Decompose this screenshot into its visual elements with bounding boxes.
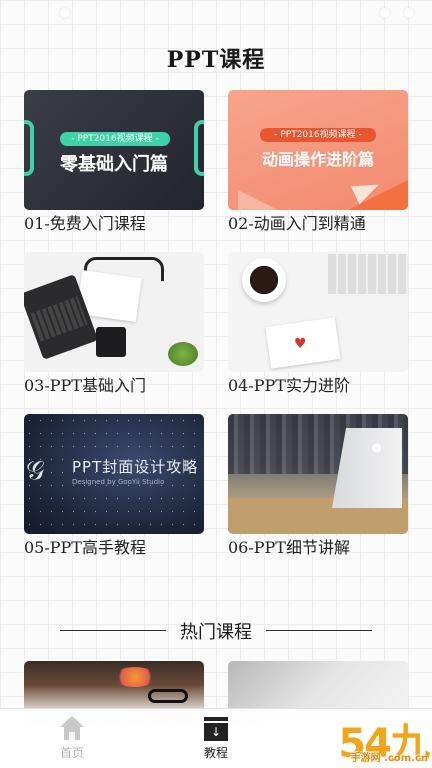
course-card-05[interactable]: 𝒢 PPT封面设计攻略 Designed by GooYii Studio 05… <box>24 414 204 576</box>
hot-courses-header: 热门课程 <box>0 618 432 644</box>
tab-label: 教程 <box>203 746 228 760</box>
course-card-06[interactable]: ● 06-PPT细节讲解 <box>228 414 408 576</box>
course-card-01[interactable]: - PPT2016视频课程 - 零基础入门篇 01-免费入门课程 <box>24 90 204 252</box>
course-label[interactable]: 06-PPT细节讲解 <box>228 537 408 559</box>
course-card-03[interactable]: 03-PPT基础入门 <box>24 252 204 414</box>
decoration-shape <box>238 190 278 210</box>
thumb-title: 动画操作进阶篇 <box>261 150 374 169</box>
course-label[interactable]: 01-免费入门课程 <box>24 213 204 235</box>
page-title: PPT课程 <box>166 47 266 73</box>
watermark-logo: 54九 手游网 .com.cn <box>338 724 430 764</box>
thumb-subtitle: Designed by GooYii Studio <box>72 478 165 486</box>
course-thumbnail[interactable]: - PPT2016视频课程 - 零基础入门篇 <box>24 90 204 210</box>
plant-image <box>168 342 198 366</box>
course-thumbnail[interactable]: 𝒢 PPT封面设计攻略 Designed by GooYii Studio <box>24 414 204 534</box>
status-dot <box>404 8 414 18</box>
watermark-domain: 手游网 .com.cn <box>350 753 428 764</box>
flower-image <box>114 667 156 687</box>
heart-icon: ♥ <box>294 336 307 352</box>
status-bar <box>380 8 414 18</box>
course-thumbnail[interactable] <box>24 252 204 372</box>
course-grid: - PPT2016视频课程 - 零基础入门篇 01-免费入门课程 - PPT20… <box>24 90 408 576</box>
course-label[interactable]: 02-动画入门到精通 <box>228 213 408 235</box>
course-thumbnail[interactable]: ● <box>228 414 408 534</box>
section-title: 热门课程 <box>180 622 252 643</box>
thumb-title: 零基础入门篇 <box>60 154 168 175</box>
tab-course[interactable]: ↓ 教程 <box>144 709 288 768</box>
thumb-title: PPT封面设计攻略 <box>72 458 199 476</box>
course-thumbnail[interactable]: - PPT2016视频课程 - 动画操作进阶篇 <box>228 90 408 210</box>
course-thumbnail[interactable]: ♥ <box>228 252 408 372</box>
course-label[interactable]: 05-PPT高手教程 <box>24 537 204 559</box>
coffee-cup-image <box>242 258 286 302</box>
thumb-tag: - PPT2016视频课程 - <box>260 128 376 142</box>
keyboard-image <box>328 254 408 294</box>
status-dot <box>380 8 390 18</box>
home-icon <box>58 716 86 742</box>
course-label[interactable]: 03-PPT基础入门 <box>24 375 204 397</box>
tab-label: 首页 <box>59 746 84 760</box>
glasses-image <box>148 689 188 703</box>
phone-image <box>96 327 126 357</box>
course-book-icon: ↓ <box>202 716 230 742</box>
course-label[interactable]: 04-PPT实力进阶 <box>228 375 408 397</box>
status-indicator <box>60 8 70 18</box>
thumb-tag: - PPT2016视频课程 - <box>60 132 170 146</box>
course-card-02[interactable]: - PPT2016视频课程 - 动画操作进阶篇 02-动画入门到精通 <box>228 90 408 252</box>
tab-home[interactable]: 首页 <box>0 709 144 768</box>
apple-logo-icon: ● <box>371 440 382 454</box>
divider <box>266 630 372 631</box>
studio-logo-icon: 𝒢 <box>26 456 45 486</box>
course-card-04[interactable]: ♥ 04-PPT实力进阶 <box>228 252 408 414</box>
